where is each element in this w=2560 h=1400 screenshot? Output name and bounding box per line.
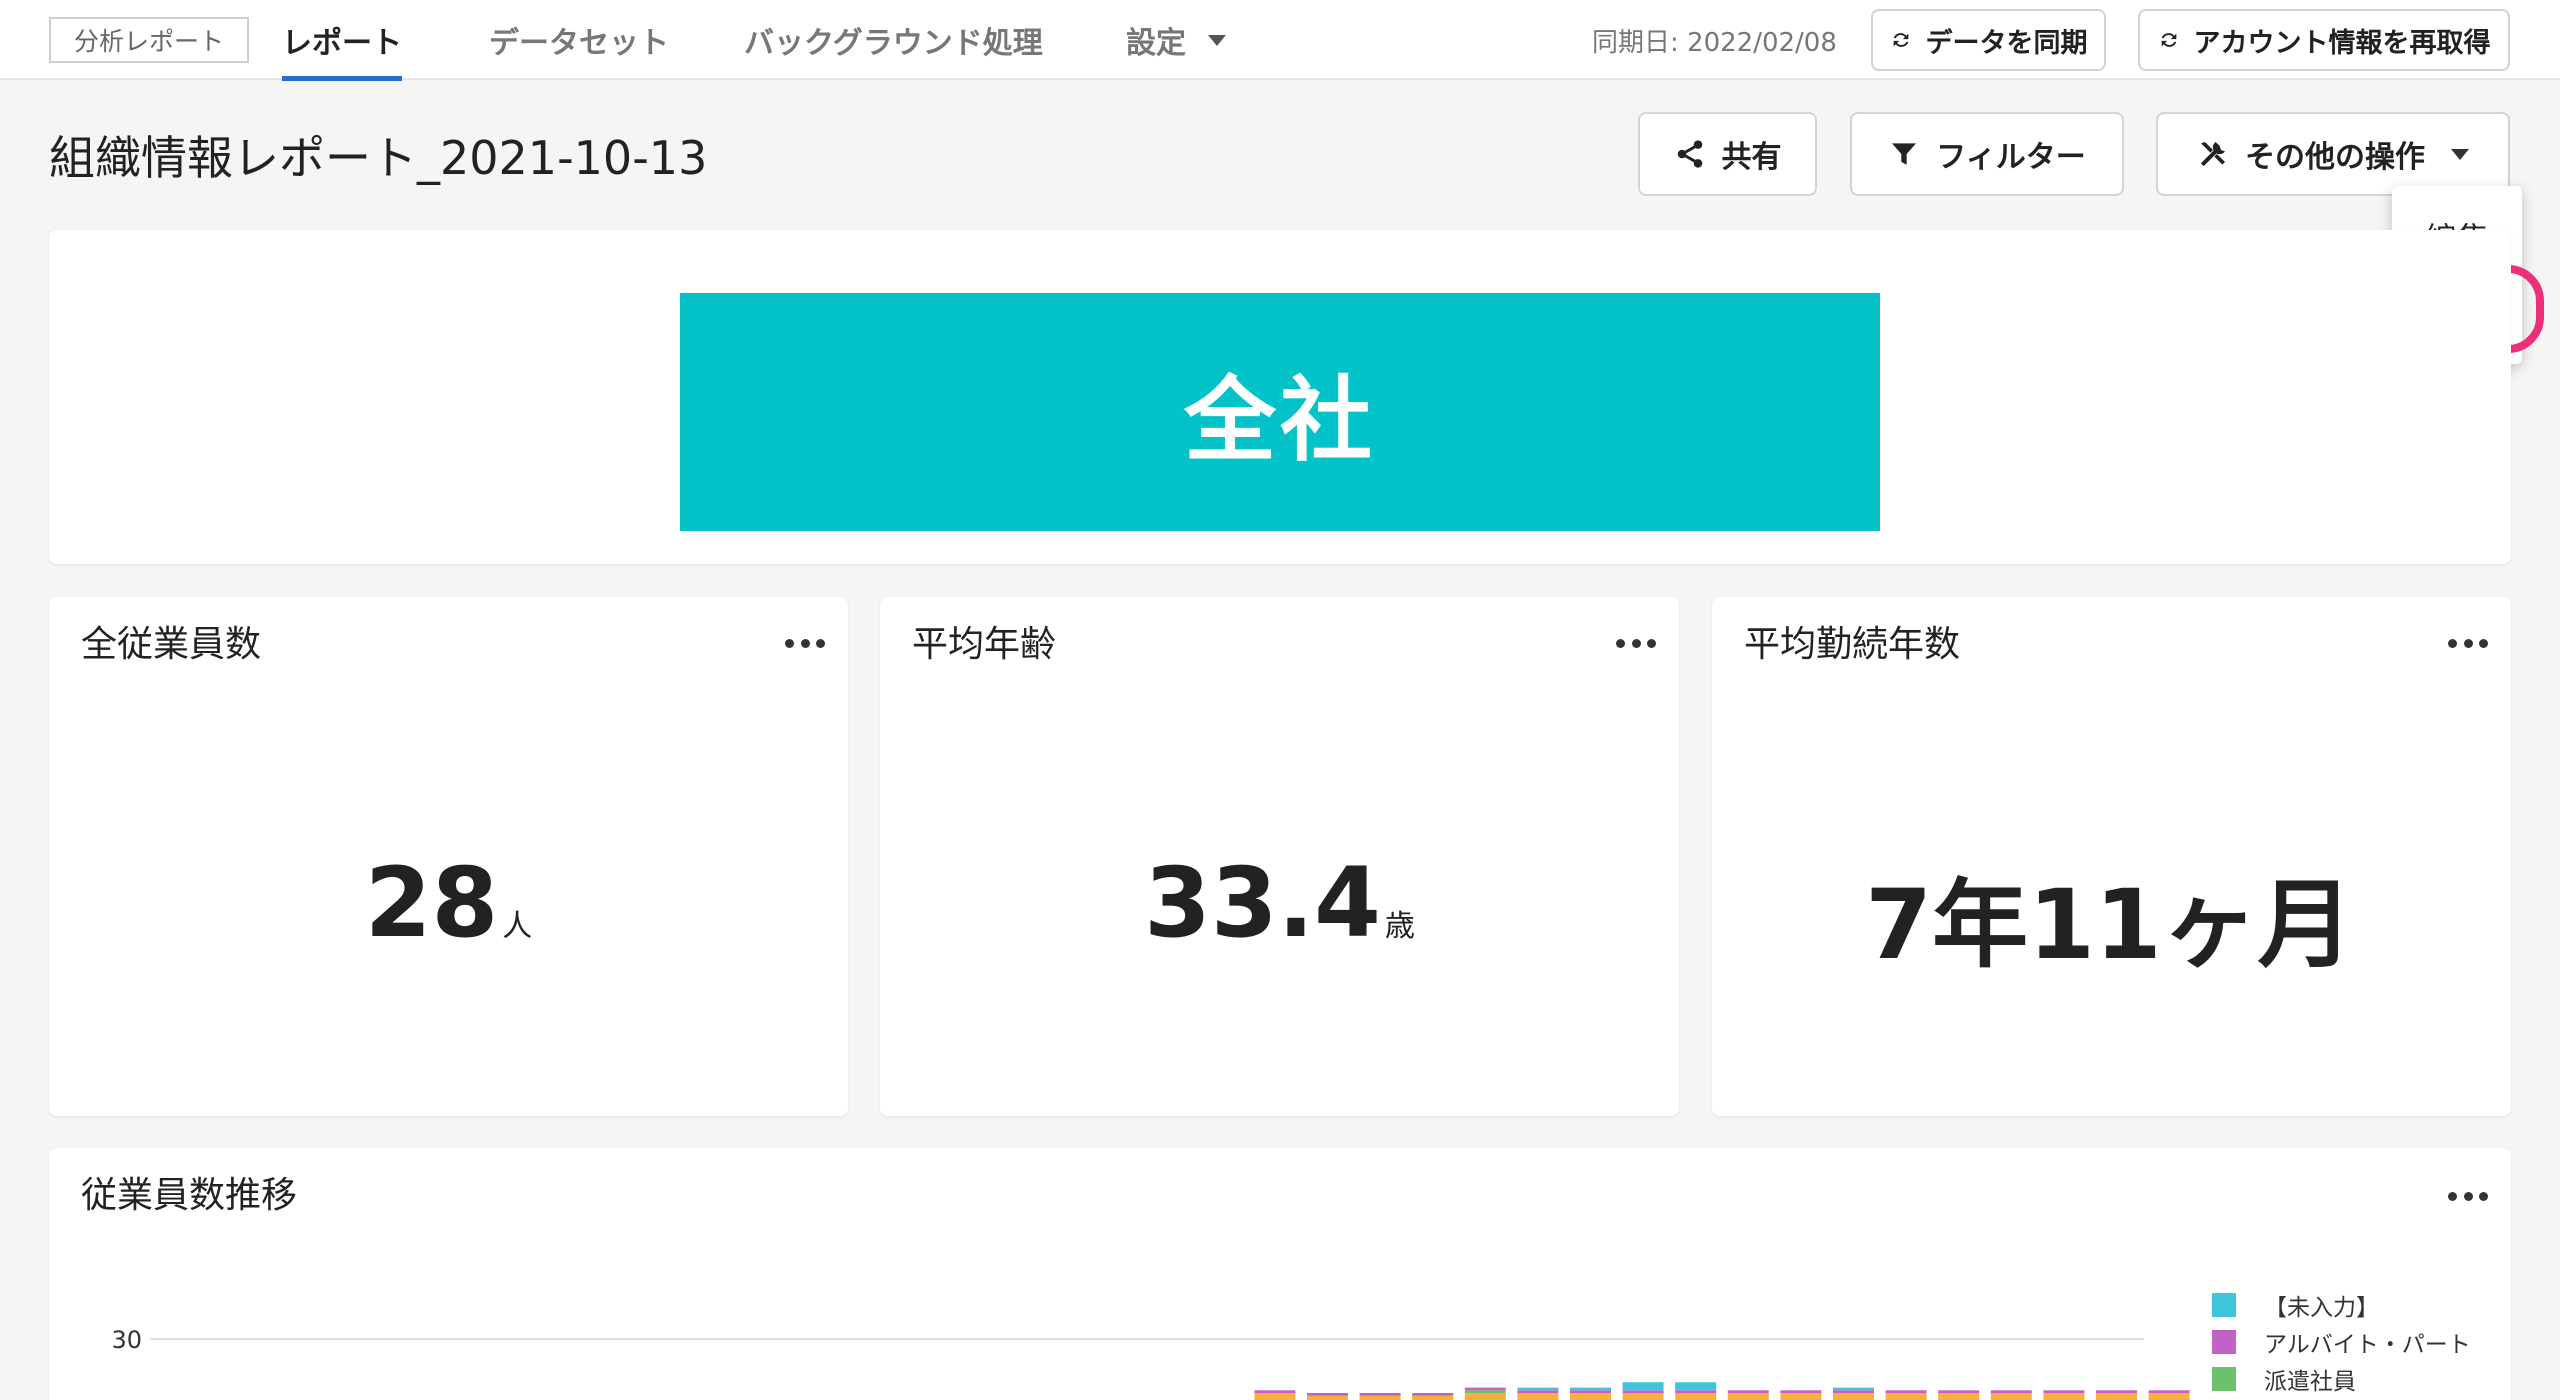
- bar-segment[interactable]: [1307, 1393, 1348, 1396]
- bar-segment[interactable]: [2148, 1390, 2190, 1393]
- bar-segment[interactable]: [2043, 1390, 2085, 1393]
- bar-segment[interactable]: [1570, 1393, 1611, 1400]
- legend-item[interactable]: 派遣社員: [2212, 1364, 2356, 1395]
- bar-segment[interactable]: [1780, 1393, 1822, 1400]
- bar-segment[interactable]: [1307, 1395, 1348, 1400]
- y-tick-label: 30: [111, 1326, 142, 1354]
- employee-trend-chart: 301111109991010101010101010101010101010: [111, 1326, 2190, 1400]
- bar-segment[interactable]: [1464, 1387, 1506, 1391]
- bar-segment[interactable]: [1412, 1395, 1454, 1400]
- bar-segment[interactable]: [1990, 1393, 2032, 1400]
- bar-segment[interactable]: [1622, 1382, 1664, 1391]
- bar-segment[interactable]: [1833, 1390, 1874, 1393]
- legend-item[interactable]: 【未入力】: [2212, 1290, 2379, 1321]
- bar-segment[interactable]: [1570, 1390, 1611, 1393]
- bar-segment[interactable]: [2096, 1393, 2137, 1400]
- bar-segment[interactable]: [1517, 1390, 1559, 1393]
- legend-label: 【未入力】: [2264, 1295, 2379, 1321]
- legend-item[interactable]: アルバイト・パート: [2212, 1327, 2471, 1358]
- bar-segment[interactable]: [1254, 1390, 1296, 1393]
- bar-segment[interactable]: [1938, 1393, 1980, 1400]
- bar-segment[interactable]: [1885, 1393, 1927, 1400]
- bar-segment[interactable]: [1675, 1390, 1717, 1393]
- bar-segment[interactable]: [1833, 1387, 1874, 1391]
- bar-segment[interactable]: [1517, 1387, 1559, 1391]
- bar-segment[interactable]: [1622, 1393, 1664, 1400]
- legend-swatch: [2212, 1367, 2236, 1391]
- bar-segment[interactable]: [1517, 1393, 1559, 1400]
- bar-segment[interactable]: [1359, 1395, 1401, 1400]
- bar-segment[interactable]: [2148, 1393, 2190, 1400]
- bar-segment[interactable]: [1570, 1387, 1611, 1391]
- legend-swatch: [2212, 1330, 2236, 1354]
- bar-segment[interactable]: [1990, 1390, 2032, 1393]
- legend-swatch: [2212, 1293, 2236, 1317]
- bar-segment[interactable]: [1833, 1393, 1874, 1400]
- bar-segment[interactable]: [1780, 1390, 1822, 1393]
- bar-segment[interactable]: [1727, 1390, 1769, 1393]
- bar-segment[interactable]: [1675, 1393, 1717, 1400]
- bar-segment[interactable]: [1622, 1390, 1664, 1393]
- bar-segment[interactable]: [1412, 1393, 1454, 1396]
- bar-segment[interactable]: [1464, 1393, 1506, 1400]
- bar-segment[interactable]: [1254, 1393, 1296, 1400]
- bar-segment[interactable]: [2043, 1393, 2085, 1400]
- bar-segment[interactable]: [1675, 1382, 1717, 1391]
- bar-segment[interactable]: [1727, 1393, 1769, 1400]
- bar-segment[interactable]: [1359, 1393, 1401, 1396]
- bar-segment[interactable]: [1938, 1390, 1980, 1393]
- legend-label: 派遣社員: [2264, 1369, 2356, 1395]
- bar-segment[interactable]: [1885, 1390, 1927, 1393]
- bar-segment[interactable]: [1464, 1390, 1506, 1393]
- bar-segment[interactable]: [2096, 1390, 2137, 1393]
- legend-label: アルバイト・パート: [2264, 1332, 2471, 1358]
